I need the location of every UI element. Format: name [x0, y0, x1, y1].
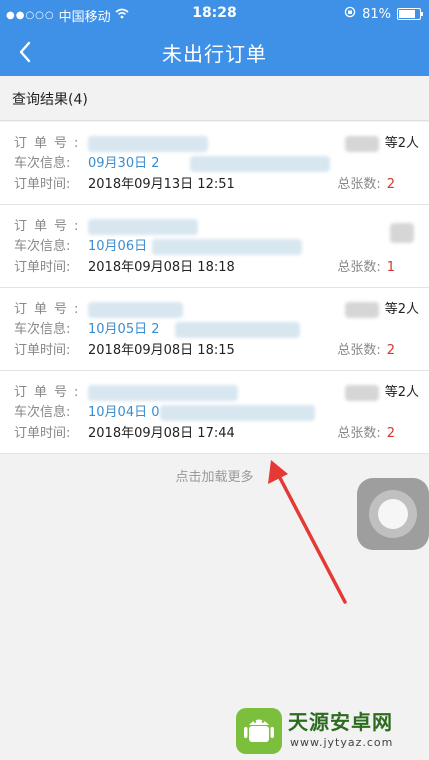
battery-percent: 81% [362, 6, 391, 22]
total-tickets-value: 2 [386, 177, 395, 192]
redacted-passenger [390, 223, 414, 243]
battery-icon [397, 8, 423, 20]
watermark-url: www.jytyaz.com [290, 736, 394, 749]
redacted-order-number [88, 219, 198, 235]
total-tickets-value: 2 [386, 426, 395, 441]
order-time-row: 订单时间: 2018年09月13日 12:51 [14, 175, 235, 195]
redacted-order-number [88, 385, 238, 401]
total-tickets-label: 总张数: [337, 343, 381, 358]
order-time-value: 2018年09月08日 18:18 [88, 260, 235, 275]
train-info-row: 车次信息: 09月30日 2 [14, 154, 160, 174]
total-tickets-label: 总张数: [337, 177, 381, 192]
train-info-value: 09月30日 2 [88, 156, 160, 171]
order-number-label: 订单号: [14, 385, 86, 400]
redacted-passenger [345, 385, 379, 401]
train-info-label: 车次信息: [14, 239, 71, 254]
order-time-value: 2018年09月08日 17:44 [88, 426, 235, 441]
order-number-label: 订单号: [14, 219, 86, 234]
order-item[interactable]: 订单号: 等2人 车次信息: 10月05日 2 订单时间: 2018年09月08日 … [0, 288, 429, 371]
order-number-label: 订单号: [14, 136, 86, 151]
train-info-label: 车次信息: [14, 156, 71, 171]
order-number-row: 订单号: [14, 300, 88, 320]
order-number-label: 订单号: [14, 302, 86, 317]
passenger-count: 等2人 [384, 385, 419, 400]
redacted-train-info [190, 156, 330, 172]
train-info-value: 10月05日 2 [88, 322, 160, 337]
status-bar: ●●○○○ 中国移动 18:28 81% [0, 0, 429, 28]
rotation-lock-icon [344, 6, 356, 22]
train-info-value: 10月04日 0 [88, 405, 160, 420]
order-time-row: 订单时间: 2018年09月08日 17:44 [14, 424, 235, 444]
results-header: 查询结果(4) [0, 76, 429, 121]
order-time-value: 2018年09月13日 12:51 [88, 177, 235, 192]
total-tickets-value: 1 [386, 260, 395, 275]
watermark-title: 天源安卓网 [288, 710, 393, 734]
redacted-train-info [152, 239, 302, 255]
total-tickets: 总张数: 2 [337, 424, 395, 444]
results-count-label: 查询结果(4) [12, 92, 88, 108]
train-info-row: 车次信息: 10月05日 2 [14, 320, 160, 340]
train-info-label: 车次信息: [14, 322, 71, 337]
assistive-core [378, 499, 408, 529]
order-time-value: 2018年09月08日 18:15 [88, 343, 235, 358]
total-tickets-label: 总张数: [337, 260, 381, 275]
redacted-passenger [345, 302, 379, 318]
train-info-row: 车次信息: 10月06日 [14, 237, 147, 257]
battery-fill [399, 10, 416, 18]
train-info-value: 10月06日 [88, 239, 148, 254]
redacted-order-number [88, 302, 183, 318]
train-info-row: 车次信息: 10月04日 0 [14, 403, 160, 423]
total-tickets: 总张数: 2 [337, 175, 395, 195]
watermark: 天源安卓网 www.jytyaz.com [228, 700, 428, 760]
redacted-train-info [160, 405, 315, 421]
order-number-row: 订单号: [14, 134, 88, 154]
order-time-label: 订单时间: [14, 177, 71, 192]
status-right: 81% [344, 6, 423, 22]
order-time-label: 订单时间: [14, 426, 71, 441]
total-tickets-label: 总张数: [337, 426, 381, 441]
assistive-touch-button[interactable] [357, 478, 429, 550]
train-info-label: 车次信息: [14, 405, 71, 420]
redacted-passenger [345, 136, 379, 152]
order-number-row: 订单号: [14, 217, 88, 237]
android-logo-icon [236, 708, 282, 754]
page-title: 未出行订单 [162, 42, 267, 66]
order-item[interactable]: 订单号: 等2人 车次信息: 09月30日 2 订单时间: 2018年09月13日 … [0, 122, 429, 205]
total-tickets: 总张数: 1 [337, 258, 395, 278]
redacted-order-number [88, 136, 208, 152]
total-tickets: 总张数: 2 [337, 341, 395, 361]
passenger-count: 等2人 [384, 302, 419, 317]
redacted-train-info [175, 322, 300, 338]
order-time-label: 订单时间: [14, 343, 71, 358]
order-list: 订单号: 等2人 车次信息: 09月30日 2 订单时间: 2018年09月13日 … [0, 122, 429, 454]
order-item[interactable]: 订单号: 车次信息: 10月06日 订单时间: 2018年09月08日 18:18 … [0, 205, 429, 288]
nav-bar: 未出行订单 [0, 28, 429, 76]
passenger-count: 等2人 [384, 136, 419, 151]
order-time-row: 订单时间: 2018年09月08日 18:15 [14, 341, 235, 361]
order-item[interactable]: 订单号: 等2人 车次信息: 10月04日 0 订单时间: 2018年09月08日 … [0, 371, 429, 454]
order-time-row: 订单时间: 2018年09月08日 18:18 [14, 258, 235, 278]
total-tickets-value: 2 [386, 343, 395, 358]
order-number-row: 订单号: [14, 383, 88, 403]
order-time-label: 订单时间: [14, 260, 71, 275]
